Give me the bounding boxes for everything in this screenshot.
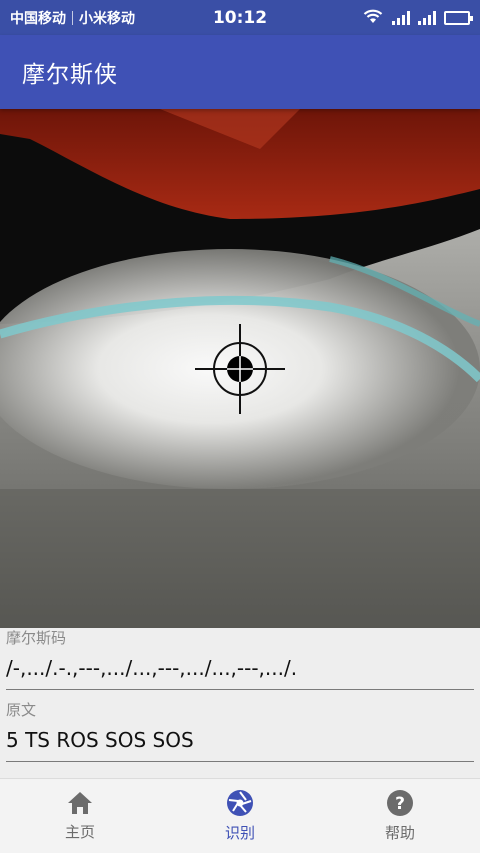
- nav-label-recognize: 识别: [224, 824, 255, 842]
- app-bar: 摩尔斯侠: [0, 35, 480, 109]
- original-text-label: 原文: [6, 701, 37, 719]
- app-title: 摩尔斯侠: [22, 62, 118, 88]
- crosshair-icon: [195, 324, 285, 414]
- morse-code-field[interactable]: /-,.../.-.,---,.../...,---,.../...,---,.…: [6, 650, 474, 690]
- home-icon: [68, 792, 92, 814]
- carrier-2: 小米移动: [79, 10, 135, 27]
- status-icons: [362, 8, 473, 28]
- battery-icon: [444, 10, 473, 25]
- nav-item-recognize[interactable]: 识别: [160, 779, 320, 853]
- result-panel: 摩尔斯码 /-,.../.-.,---,.../...,---,.../...,…: [0, 628, 480, 778]
- wifi-icon: [362, 8, 384, 28]
- camera-preview[interactable]: [0, 109, 480, 628]
- carrier-1: 中国移动: [10, 10, 66, 27]
- svg-text:?: ?: [395, 794, 405, 814]
- nav-item-home[interactable]: 主页: [0, 779, 160, 853]
- shutter-icon: [227, 790, 253, 816]
- original-text-field[interactable]: 5 TS ROS SOS SOS: [6, 722, 474, 762]
- signal-icon-2: [418, 10, 436, 25]
- status-bar: 中国移动 小米移动 10:12: [0, 0, 480, 35]
- nav-label-home: 主页: [64, 823, 95, 841]
- help-icon: ?: [387, 790, 413, 816]
- carrier-info: 中国移动 小米移动: [10, 8, 135, 28]
- signal-icon: [392, 10, 410, 25]
- bottom-navigation: 主页 识别 ? 帮助: [0, 778, 480, 853]
- carrier-separator: [72, 10, 73, 25]
- nav-label-help: 帮助: [384, 824, 415, 842]
- nav-item-help[interactable]: ? 帮助: [320, 779, 480, 853]
- morse-code-label: 摩尔斯码: [6, 629, 67, 647]
